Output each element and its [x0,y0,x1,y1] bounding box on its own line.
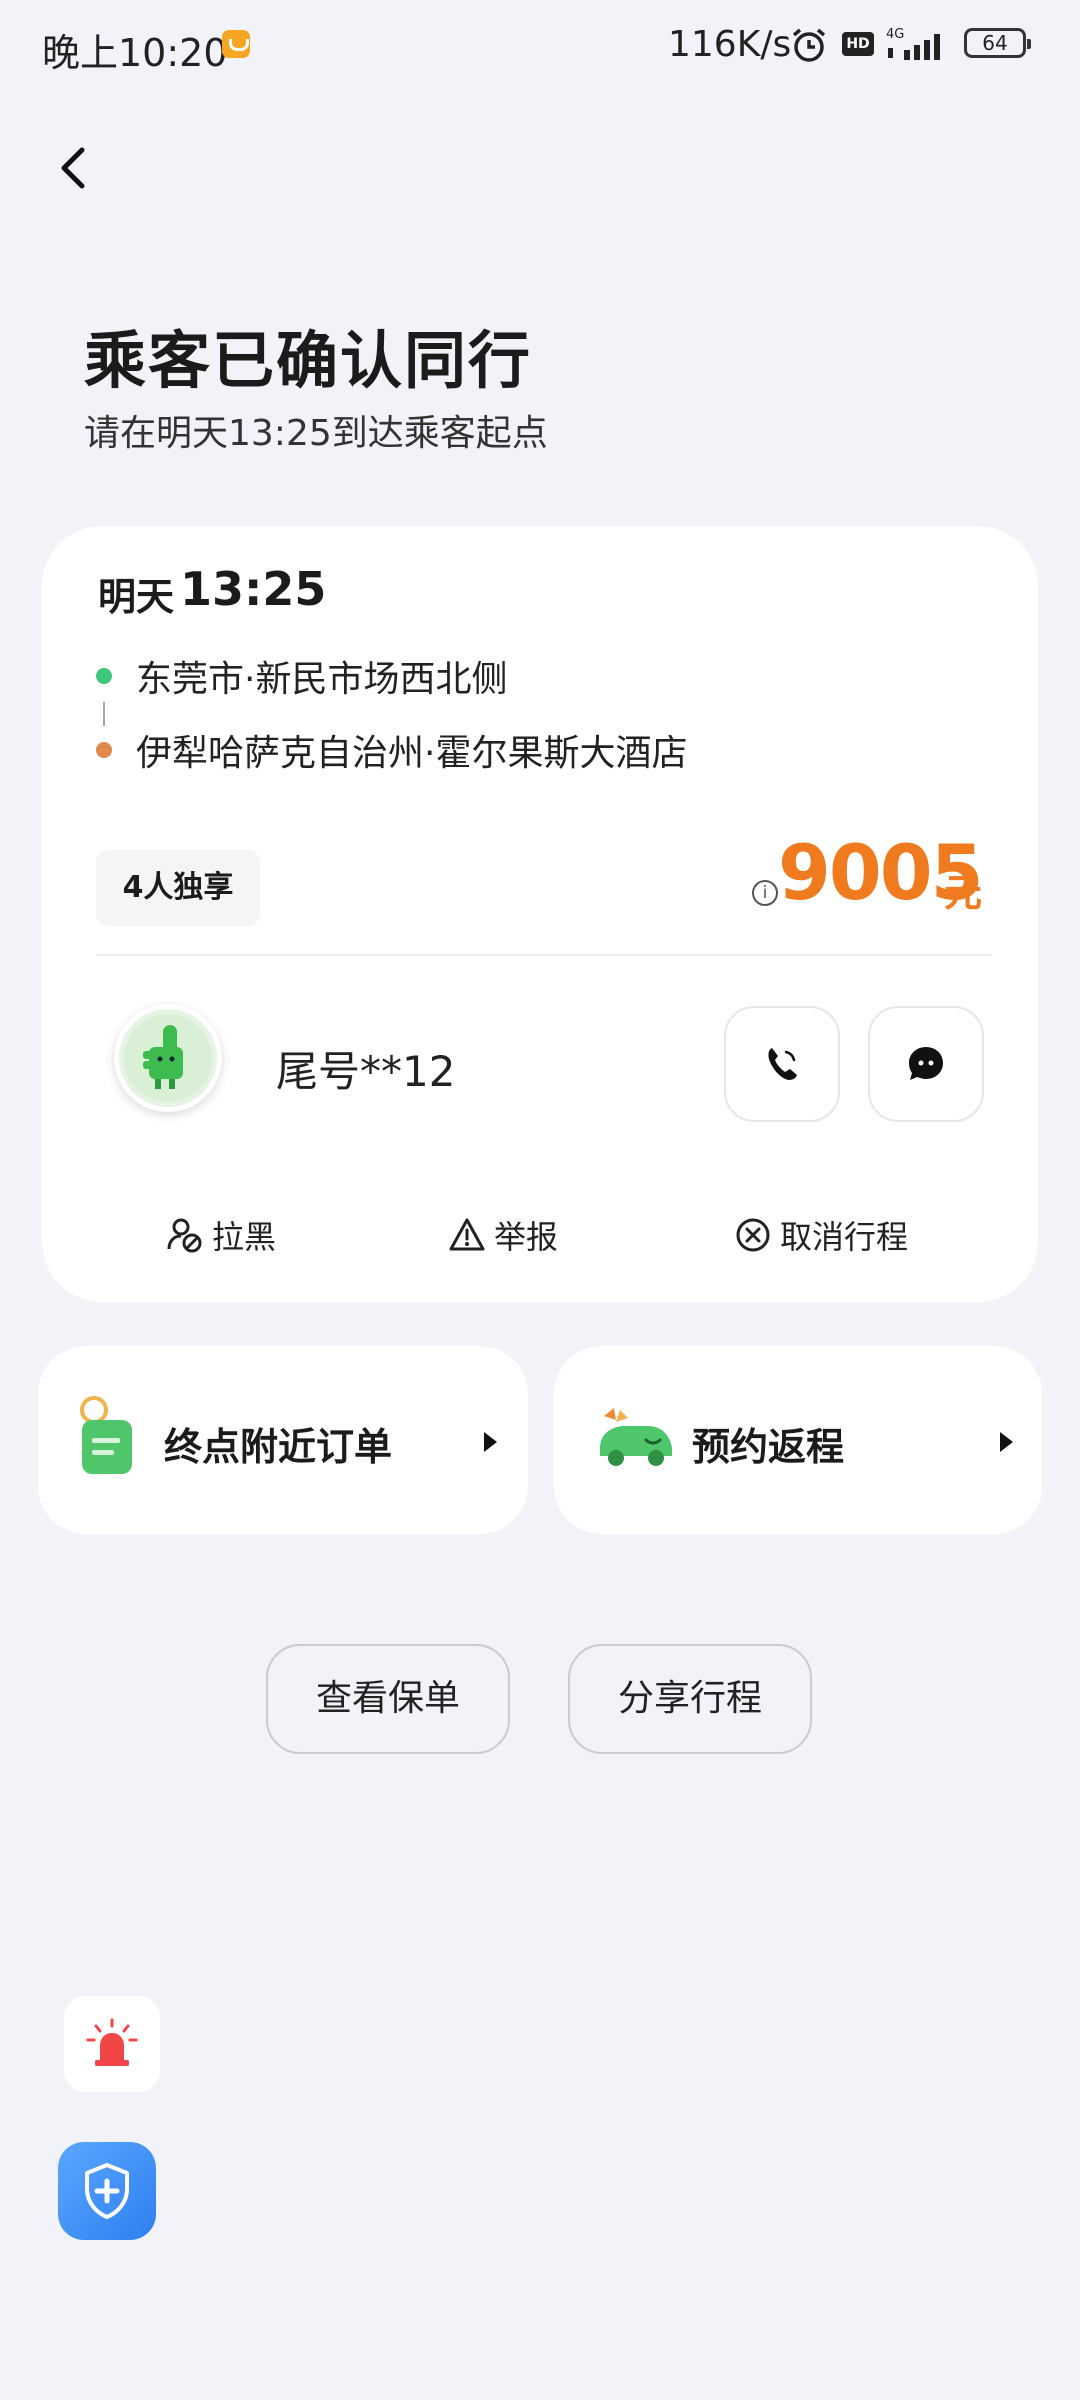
back-button[interactable] [44,138,104,198]
warning-icon [449,1218,485,1251]
block-label: 拉黑 [212,1218,277,1256]
thumbs-up-mascot-icon [124,1014,212,1102]
status-time: 晚上10:20 [42,31,228,75]
avatar[interactable] [114,1004,222,1112]
app-notification-icon [222,30,250,58]
share-trip-button[interactable]: 分享行程 [568,1644,812,1754]
alarm-icon [792,28,826,62]
trip-date: 明天 [98,575,175,619]
cancel-trip-button[interactable]: 取消行程 [734,1212,908,1258]
phone-icon [768,1048,797,1080]
cancel-circle-icon [736,1218,770,1252]
car-icon [600,1408,672,1466]
price-info-icon[interactable]: i [752,880,778,906]
price-unit: 元 [944,871,983,915]
svg-text:4G: 4G [886,27,904,42]
divider [96,954,992,956]
chat-icon [909,1047,943,1080]
cancel-trip-label: 取消行程 [780,1218,909,1256]
block-button[interactable]: 拉黑 [166,1212,276,1258]
signal-icon: 4G [886,27,940,60]
nearby-orders-label: 终点附近订单 [164,1425,393,1469]
route-line [103,702,105,726]
safety-center-button[interactable] [58,2142,156,2240]
route-end: 伊犁哈萨克自治州·霍尔果斯大酒店 [136,733,688,774]
report-label: 举报 [494,1218,559,1256]
arrow-right-icon [484,1432,497,1452]
battery-indicator: 64 [964,28,1031,58]
message-button[interactable] [868,1006,984,1122]
order-tag-icon [80,1396,132,1474]
page-title: 乘客已确认同行 [84,324,533,397]
siren-icon [86,2018,138,2066]
passenger-name: 尾号**12 [276,1047,456,1096]
emergency-alarm-button[interactable] [64,1996,160,2092]
trip-time: 13:25 [180,562,327,616]
shield-plus-icon [85,2163,129,2219]
report-button[interactable]: 举报 [448,1212,558,1258]
call-button[interactable] [724,1006,840,1122]
block-user-icon [167,1218,202,1253]
page-subtitle: 请在明天13:25到达乘客起点 [84,413,548,454]
start-dot-icon [96,668,112,684]
seat-tag: 4人独享 [96,850,260,926]
arrow-right-icon [1000,1432,1013,1452]
view-policy-button[interactable]: 查看保单 [266,1644,510,1754]
end-dot-icon [96,742,112,758]
network-speed: 116K/s [668,24,792,65]
hd-badge: HD [842,32,874,56]
return-trip-label: 预约返程 [692,1425,845,1469]
route-start: 东莞市·新民市场西北侧 [136,659,508,700]
